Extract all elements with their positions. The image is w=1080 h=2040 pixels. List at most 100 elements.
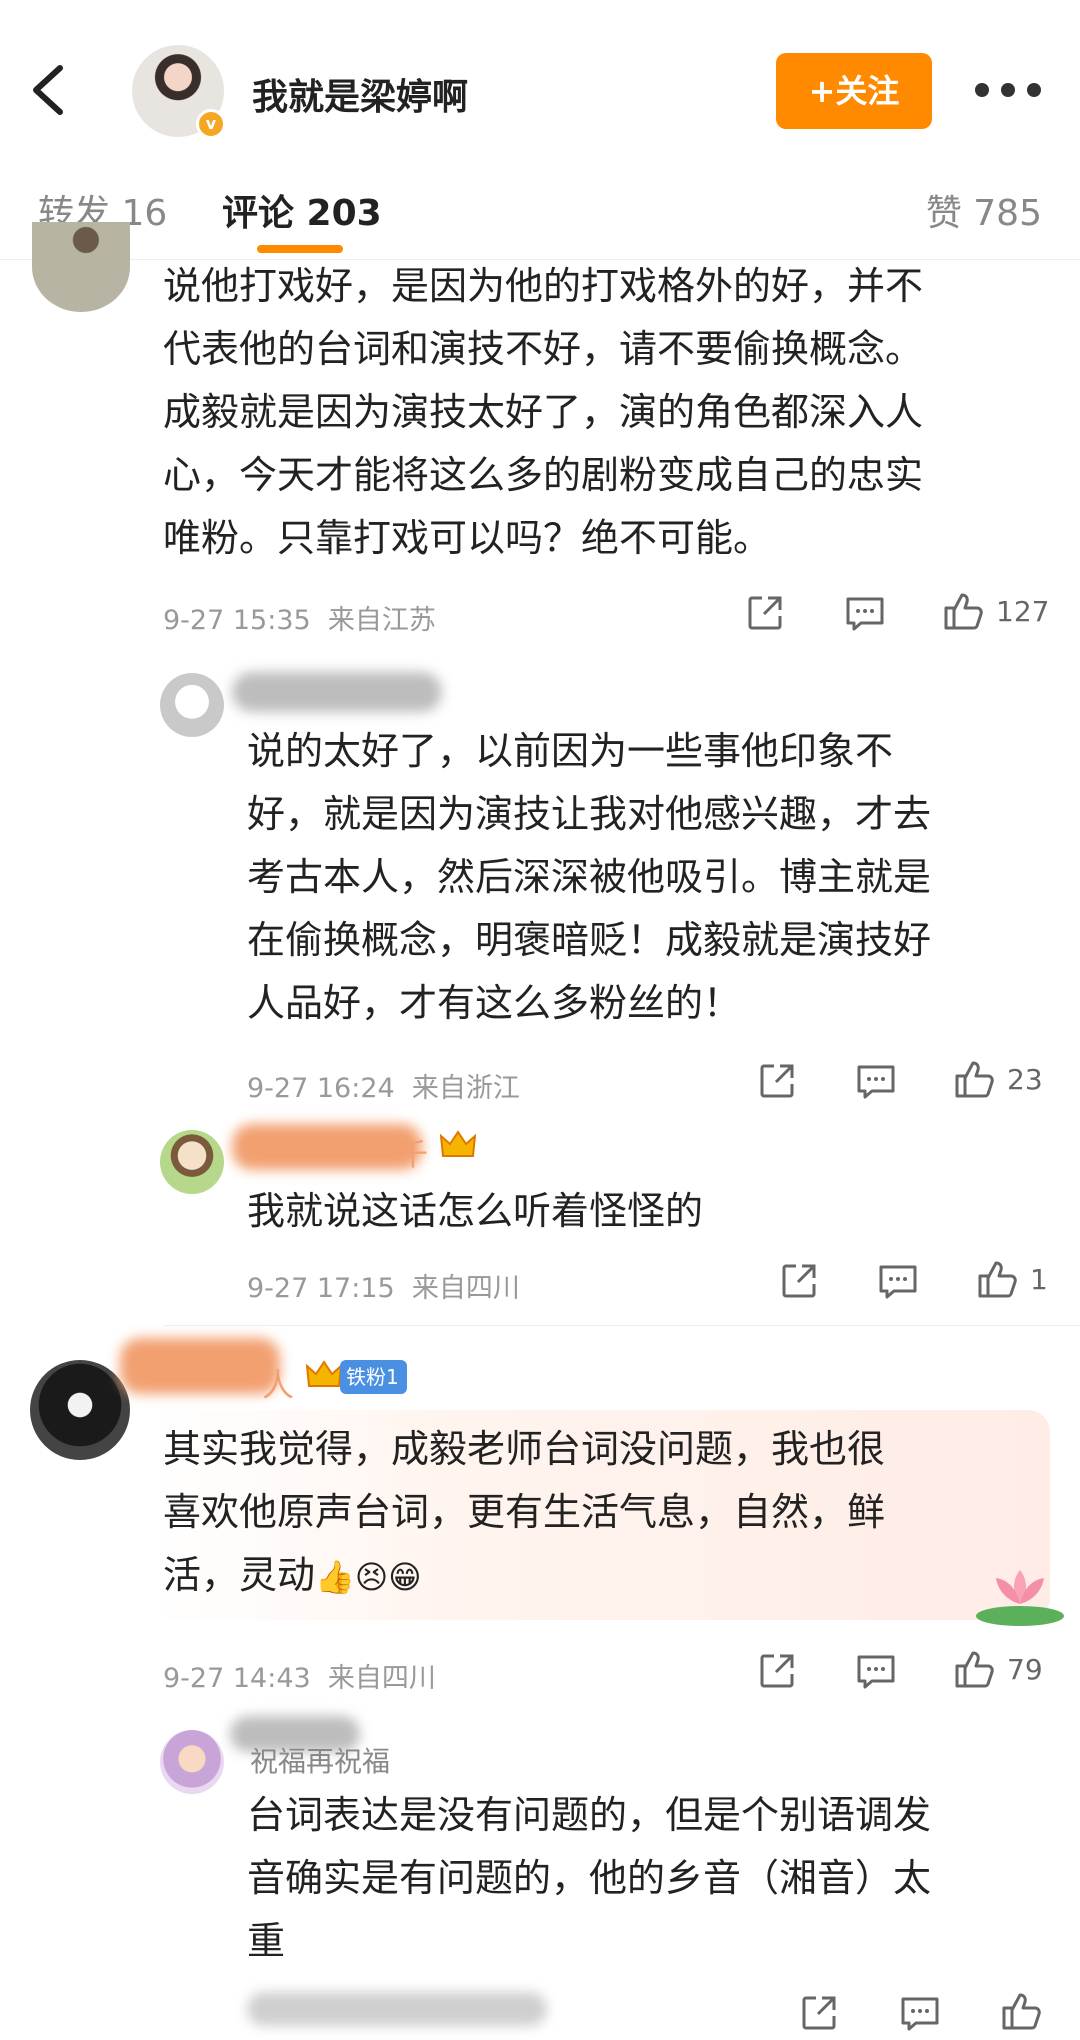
share-button[interactable] (800, 1994, 838, 2032)
avatar[interactable] (160, 1130, 224, 1194)
share-icon (760, 1654, 794, 1688)
avatar[interactable] (32, 222, 130, 312)
share-icon (748, 596, 782, 630)
grin-emoji: 😁 (388, 1558, 422, 1596)
comment-location: 来自浙江 (411, 1073, 520, 1104)
thumbs-up-emoji: 👍 (315, 1558, 355, 1596)
comment-meta: 9-27 16:24 来自浙江 (247, 1066, 520, 1105)
tab-comment[interactable]: 评论 203 (222, 184, 382, 236)
tabs-bar: 转发 16 评论 203 赞 785 (0, 150, 1080, 260)
comment-line: 其实我觉得，成毅老师台词没问题，我也很 (163, 1427, 886, 1471)
share-button[interactable] (758, 1652, 796, 1690)
comment-text: 我就说这话怎么听着怪怪的 (247, 1180, 1047, 1243)
comment-line: 成毅就是因为演技太好了，演的角色都深入人 (163, 390, 924, 434)
comment-meta: 9-27 17:15 来自四川 (247, 1266, 520, 1305)
avatar[interactable] (30, 1360, 130, 1460)
follow-button[interactable]: +关注 (776, 53, 932, 129)
reply-button[interactable] (878, 1264, 918, 1300)
avatar[interactable] (160, 673, 224, 737)
comment-line: 说的太好了，以前因为一些事他印象不 (247, 729, 894, 773)
comment-line: 人品好，才有这么多粉丝的！ (247, 981, 742, 1025)
comment-icon (901, 1997, 939, 2031)
avatar[interactable] (160, 1730, 224, 1794)
comment-line-text: 活，灵动 (163, 1553, 316, 1597)
like-button[interactable]: 1 (976, 1258, 1048, 1300)
comment-line: 考古本人，然后深深被他吸引。博主就是 (247, 855, 932, 899)
crown-icon (440, 1130, 476, 1157)
comment-meta: 9-27 14:43 来自四川 (163, 1656, 436, 1695)
crown-icon (306, 1360, 342, 1387)
like-icon (944, 593, 983, 630)
crying-emoji: 😣 (354, 1558, 389, 1596)
back-arrow-icon (33, 65, 63, 115)
username-fragment: 祝福再祝福 (250, 1745, 391, 1778)
blurred-username (120, 1338, 280, 1394)
reply-button[interactable] (900, 1996, 940, 2032)
more-button[interactable] (975, 78, 1041, 102)
tab-like[interactable]: 赞 785 (926, 184, 1042, 236)
comment-line: 台词表达是没有问题的，但是个别语调发 (247, 1793, 932, 1837)
share-button[interactable] (780, 1262, 818, 1300)
blurred-username (232, 672, 442, 712)
like-icon (955, 1061, 994, 1098)
like-count: 1 (1030, 1262, 1048, 1296)
reply-button[interactable] (845, 596, 885, 632)
like-button[interactable]: 79 (953, 1648, 1043, 1690)
comment-icon (857, 1655, 895, 1689)
comment-line: 唯粉。只靠打戏可以吗？绝不可能。 (163, 516, 772, 560)
comment-line: 好，就是因为演技让我对他感兴趣，才去 (247, 792, 932, 836)
like-icon (955, 1651, 994, 1688)
share-icon (782, 1264, 816, 1298)
more-dots-icon (975, 83, 989, 97)
blurred-username (232, 1124, 422, 1170)
comment-location: 来自江苏 (327, 605, 436, 636)
username-fragment: 人 (262, 1366, 295, 1404)
comment-line: 代表他的台词和演技不好，请不要偷换概念。 (163, 327, 924, 371)
comment-meta: 9-27 15:35 来自江苏 (163, 598, 436, 637)
author-name[interactable]: 我就是梁婷啊 (252, 68, 468, 120)
share-button[interactable] (746, 594, 784, 632)
comment-time: 9-27 14:43 (163, 1663, 311, 1694)
comment-line: 喜欢他原声台词，更有生活气息，自然，鲜 (163, 1490, 886, 1534)
comment-line: 我就说这话怎么听着怪怪的 (247, 1189, 704, 1233)
tab-active-indicator (257, 245, 343, 253)
comment-text: 说的太好了，以前因为一些事他印象不 好，就是因为演技让我对他感兴趣，才去 考古本… (247, 720, 1047, 1035)
back-button[interactable] (28, 60, 78, 130)
comment-divider (163, 1325, 1080, 1326)
comment-line: 活，灵动👍😣😁 (163, 1544, 1023, 1609)
comment-line: 心，今天才能将这么多的剧粉变成自己的忠实 (163, 453, 924, 497)
comment-time: 9-27 17:15 (247, 1273, 395, 1304)
comment-text: 台词表达是没有问题的，但是个别语调发 音确实是有问题的，他的乡音（湘音）太 重 (247, 1784, 1067, 1973)
like-icon (978, 1261, 1017, 1298)
share-icon (802, 1996, 836, 2030)
comment-line: 在偷换概念，明褒暗贬！成毅就是演技好 (247, 918, 932, 962)
comment-location: 来自四川 (327, 1663, 436, 1694)
like-button[interactable]: 23 (953, 1058, 1043, 1100)
comment-time: 9-27 15:35 (163, 605, 311, 636)
reply-button[interactable] (856, 1064, 896, 1100)
like-count: 23 (1007, 1062, 1043, 1096)
verified-badge: v (196, 109, 226, 139)
comment-text: 其实我觉得，成毅老师台词没问题，我也很 喜欢他原声台词，更有生活气息，自然，鲜 … (163, 1418, 1023, 1609)
like-count: 79 (1007, 1652, 1043, 1686)
like-count: 127 (996, 594, 1050, 628)
comment-line: 说他打戏好，是因为他的打戏格外的好，并不 (163, 264, 924, 308)
comment-time: 9-27 16:24 (247, 1073, 395, 1104)
fan-badge: 铁粉1 (340, 1360, 407, 1394)
share-icon (760, 1064, 794, 1098)
comment-icon (879, 1265, 917, 1299)
comment-line: 音确实是有问题的，他的乡音（湘音）太 (247, 1856, 932, 1900)
comment-icon (857, 1065, 895, 1099)
comment-text: 说他打戏好，是因为他的打戏格外的好，并不 代表他的台词和演技不好，请不要偷换概念… (163, 255, 1063, 570)
comment-line: 重 (247, 1919, 286, 1963)
comment-icon (846, 597, 884, 631)
share-button[interactable] (758, 1062, 796, 1100)
like-icon (1002, 1993, 1041, 2030)
like-button[interactable] (1000, 1990, 1042, 2032)
reply-button[interactable] (856, 1654, 896, 1690)
username-fragment: 千 (398, 1138, 428, 1173)
like-button[interactable]: 127 (942, 590, 1049, 632)
comment-location: 来自四川 (411, 1273, 520, 1304)
blurred-meta (247, 1992, 547, 2026)
author-avatar[interactable]: v (132, 45, 226, 139)
